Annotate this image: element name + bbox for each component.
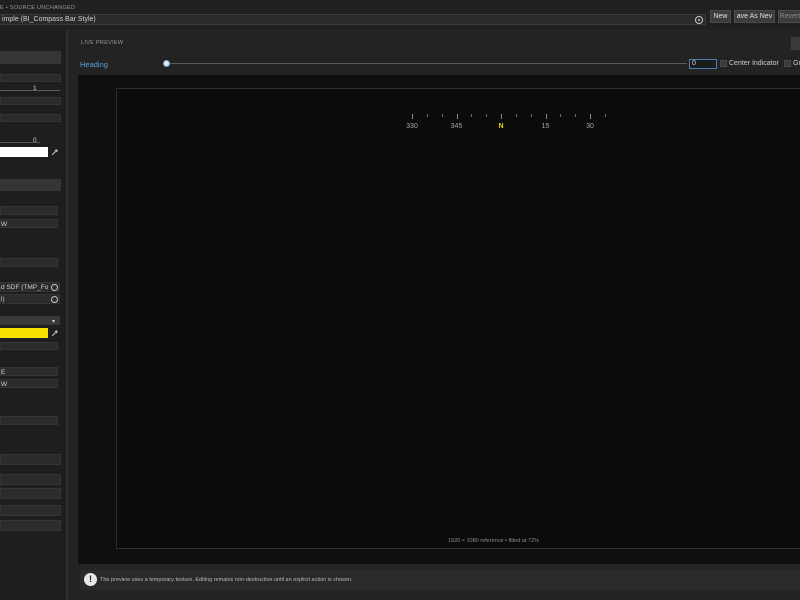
exclamation-icon: ! (84, 573, 97, 586)
compass-tick (590, 114, 591, 119)
heading-slider[interactable] (165, 63, 687, 64)
compass-tick (575, 114, 577, 117)
object-picker-icon[interactable] (51, 284, 58, 291)
eyedropper-icon[interactable] (52, 330, 58, 336)
object-picker-icon[interactable] (51, 296, 58, 303)
compass-label-north: N (498, 123, 504, 130)
compass-tick (560, 114, 562, 117)
section-title: LIVE PREVIEW (81, 40, 124, 46)
label-w-field[interactable]: W (0, 379, 58, 388)
field-value-1: 1 (33, 85, 37, 92)
inspector-field[interactable] (0, 488, 61, 499)
inspector-panel: 1 0 W d SDF (TMP_Fo l) ▾ E W (0, 30, 66, 600)
dropdown-field[interactable] (0, 316, 60, 325)
panel-button[interactable] (791, 37, 800, 50)
slider-track[interactable] (0, 90, 60, 91)
new-button[interactable]: New (710, 10, 731, 23)
label-e-field[interactable]: E (0, 367, 58, 376)
inspector-field[interactable] (0, 505, 61, 516)
compass-tick (441, 114, 443, 117)
accent-color-swatch[interactable] (0, 328, 48, 338)
asset-field[interactable]: imple (BI_Compass Bar Style) (0, 14, 706, 25)
heading-input[interactable]: 0 (689, 59, 717, 69)
compass-tick (530, 114, 532, 117)
direction-field[interactable]: W (0, 219, 58, 228)
breadcrumb: E • SOURCE UNCHANGED (0, 5, 76, 11)
inspector-field[interactable] (0, 416, 58, 425)
eyedropper-icon[interactable] (52, 149, 58, 155)
compass-label: 15 (541, 123, 550, 130)
compass-tick (486, 114, 488, 117)
inspector-field[interactable] (0, 97, 61, 105)
label-w: W (1, 381, 8, 388)
inspector-field[interactable] (0, 520, 61, 531)
inspector-field[interactable] (0, 342, 58, 350)
revert-button[interactable]: Revert (778, 10, 800, 23)
compass-label: 345 (450, 123, 463, 130)
inspector-field[interactable] (0, 258, 58, 267)
preview-frame (116, 88, 800, 549)
object-picker-icon[interactable] (695, 16, 703, 24)
heading-label: Heading (80, 60, 108, 69)
inspector-field[interactable] (0, 454, 61, 465)
preview-footnote: 1920 × 1080 reference • fitted at 72% (448, 538, 540, 544)
label-e: E (1, 369, 6, 376)
center-indicator-checkbox[interactable] (720, 60, 727, 67)
font-asset-name: d SDF (TMP_Fo (1, 284, 49, 291)
grid-checkbox[interactable] (784, 60, 791, 67)
field-value-2: 0 (33, 137, 37, 144)
heading-slider-handle[interactable] (163, 60, 170, 67)
compass-tick (545, 114, 547, 119)
compass-tick (471, 114, 473, 117)
primary-color-swatch[interactable] (0, 147, 48, 157)
asset-name: imple (BI_Compass Bar Style) (2, 16, 96, 23)
compass-label: 30 (586, 123, 594, 130)
inspector-field[interactable] (0, 74, 61, 82)
dropdown-w: W (1, 221, 8, 228)
compass-label: 330 (406, 123, 418, 130)
material-name: l) (1, 296, 5, 303)
compass-tick (604, 114, 606, 117)
inspector-section-header (0, 51, 61, 64)
compass-bar: 330 345 N 15 30 (393, 114, 613, 134)
center-indicator-label: Center Indicator (729, 60, 779, 67)
compass-tick (456, 114, 458, 119)
notice-text: The preview uses a temporary texture. Ed… (100, 577, 353, 583)
chevron-down-icon: ▾ (52, 319, 56, 325)
compass-tick (412, 114, 413, 119)
compass-tick (515, 114, 517, 117)
compass-tick (501, 114, 502, 119)
inspector-field[interactable] (0, 206, 58, 215)
inspector-field[interactable] (0, 474, 61, 485)
grid-label: Gr (793, 60, 800, 67)
compass-tick (426, 114, 428, 117)
save-as-new-button[interactable]: ave As Nev (734, 10, 775, 23)
inspector-section-header (0, 179, 61, 191)
inspector-field[interactable] (0, 114, 61, 122)
